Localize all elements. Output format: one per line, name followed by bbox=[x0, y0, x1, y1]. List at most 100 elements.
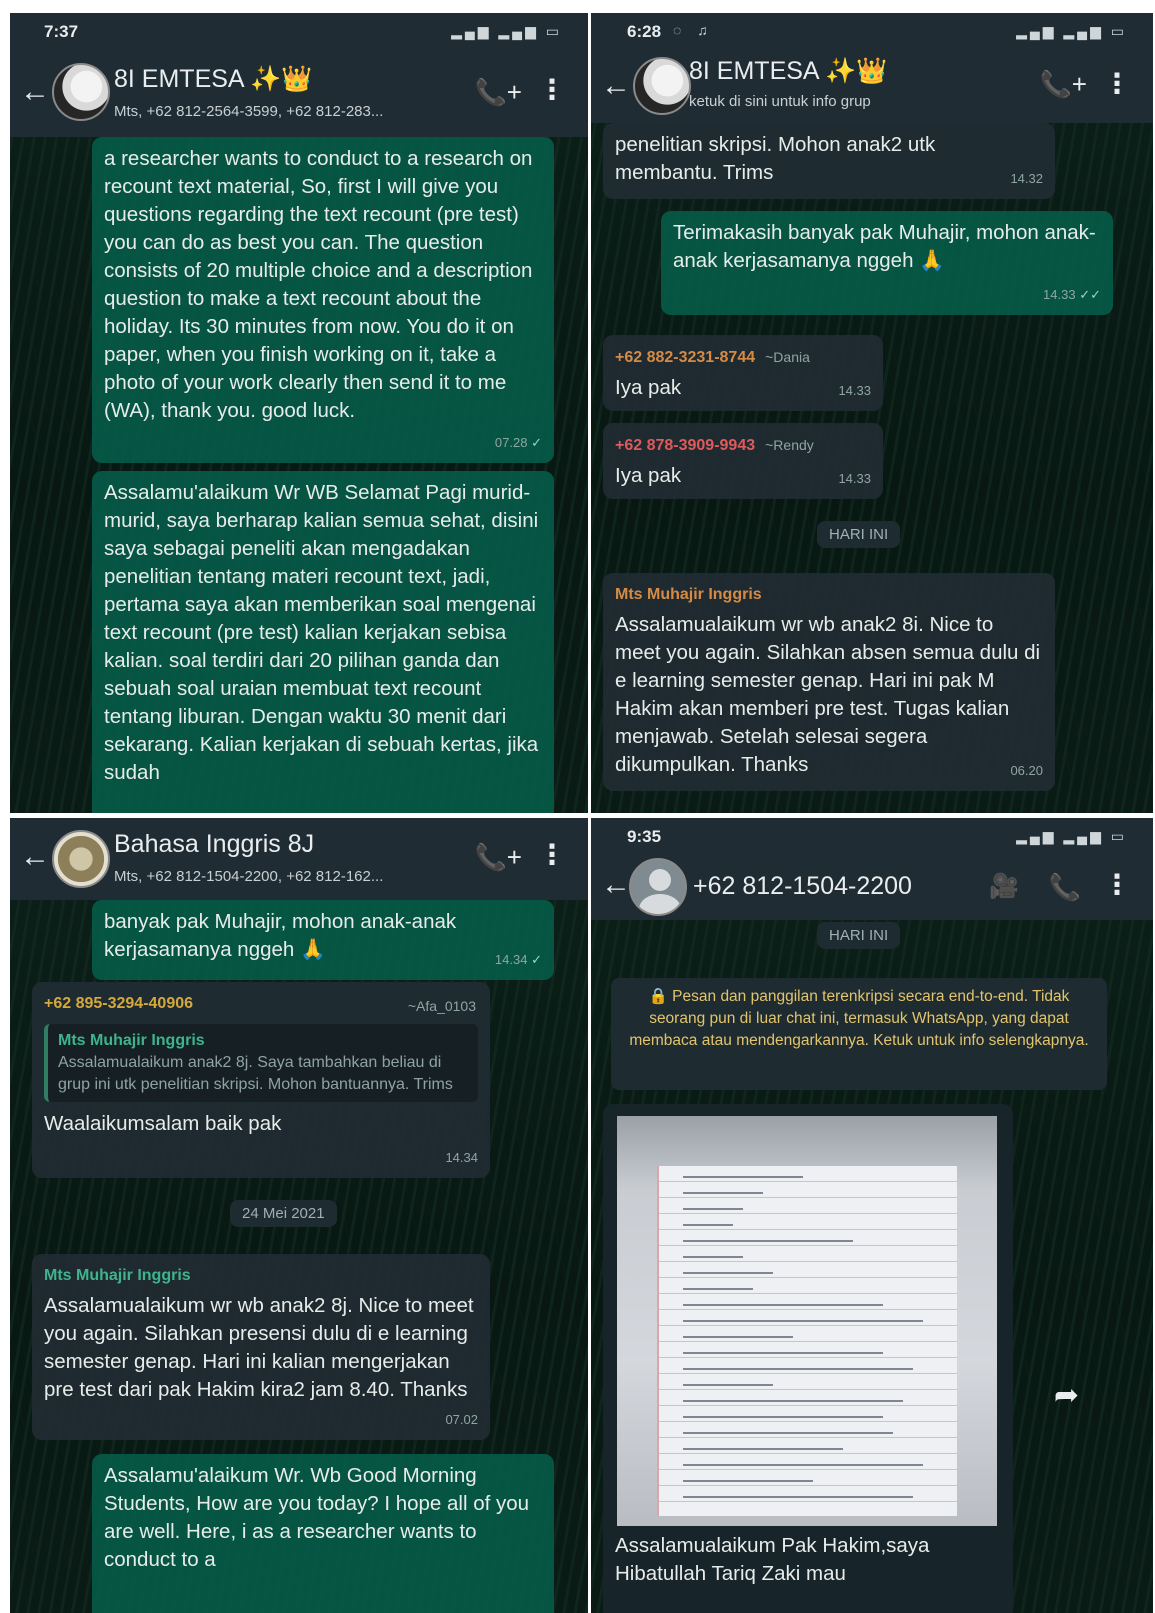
quoted-text: Assalamualaikum anak2 8j. Saya tambahkan… bbox=[58, 1054, 453, 1093]
status-time: 7:37 bbox=[44, 22, 79, 41]
message-text: Assalamu'alaikum Wr WB Selamat Pagi muri… bbox=[104, 481, 539, 784]
encryption-notice[interactable]: 🔒 Pesan dan panggilan terenkripsi secara… bbox=[611, 978, 1107, 1090]
sender-name[interactable]: Mts Muhajir Inggris bbox=[615, 581, 1043, 609]
message-incoming[interactable]: penelitian skripsi. Mohon anak2 utk memb… bbox=[603, 123, 1055, 199]
message-time: 07.28 bbox=[494, 435, 528, 450]
forward-icon[interactable]: ➦ bbox=[1054, 1378, 1079, 1413]
image-message[interactable]: Assalamualaikum Pak Hakim,saya Hibatulla… bbox=[603, 1104, 1013, 1613]
more-options-icon[interactable]: ⋮ bbox=[538, 73, 566, 106]
message-incoming[interactable]: +62 882-3231-8744 ~Dania Iya pak 14.33 bbox=[603, 335, 883, 411]
back-arrow-icon[interactable]: ← bbox=[20, 840, 50, 874]
message-time: 14.33 bbox=[838, 471, 871, 486]
status-bar: 7:37 ▂▄▆ ▂▄▆ ▭ bbox=[10, 13, 588, 49]
sender-label[interactable]: +62 882-3231-8744 ~Dania bbox=[615, 343, 871, 372]
message-meta: 14.34 ✓ bbox=[495, 946, 542, 974]
add-call-icon[interactable]: 📞+ bbox=[1039, 69, 1087, 100]
sender-label[interactable]: +62 895-3294-40906 ~Afa_0103 bbox=[44, 990, 478, 1018]
group-title[interactable]: Bahasa Inggris 8J bbox=[114, 830, 314, 859]
message-incoming[interactable]: +62 878-3909-9943 ~Rendy Iya pak 14.33 bbox=[603, 423, 883, 499]
sender-number: +62 895-3294-40906 bbox=[44, 995, 194, 1012]
sender-label[interactable]: +62 878-3909-9943 ~Rendy bbox=[615, 431, 871, 460]
message-time: 07.02 bbox=[445, 1412, 478, 1427]
message-meta: 07.28 ✓ bbox=[495, 429, 542, 457]
back-arrow-icon[interactable]: ← bbox=[601, 69, 631, 103]
chat-header[interactable]: ← Bahasa Inggris 8J Mts, +62 812-1504-22… bbox=[10, 818, 588, 900]
message-incoming[interactable]: Mts Muhajir Inggris Assalamualaikum wr w… bbox=[32, 1254, 490, 1440]
more-options-icon[interactable]: ⋮ bbox=[1103, 868, 1131, 901]
message-time: 14.32 bbox=[1010, 171, 1043, 186]
back-arrow-icon[interactable]: ← bbox=[20, 75, 50, 109]
signal-battery-icon: ▂▄▆ ▂▄▆ ▭ bbox=[1016, 828, 1127, 844]
signal-battery-icon: ▂▄▆ ▂▄▆ ▭ bbox=[451, 23, 562, 39]
signal-battery-icon: ▂▄▆ ▂▄▆ ▭ bbox=[1016, 23, 1127, 39]
message-outgoing[interactable]: Assalamu'alaikum Wr. Wb Good Morning Stu… bbox=[92, 1454, 554, 1613]
message-time: 14.33 bbox=[1043, 287, 1076, 302]
group-title[interactable]: 8I EMTESA ✨👑 bbox=[114, 65, 312, 94]
message-text: Waalaikumsalam baik pak bbox=[44, 1112, 282, 1135]
message-outgoing[interactable]: banyak pak Muhajir, mohon anak-anak kerj… bbox=[92, 900, 554, 980]
notification-icons: ◌ ♫ bbox=[673, 22, 714, 38]
add-call-icon[interactable]: 📞+ bbox=[474, 842, 522, 873]
contact-avatar[interactable] bbox=[629, 858, 687, 916]
message-text: banyak pak Muhajir, mohon anak-anak kerj… bbox=[104, 910, 457, 961]
message-outgoing[interactable]: Assalamu'alaikum Wr WB Selamat Pagi muri… bbox=[92, 471, 554, 813]
date-chip: 24 Mei 2021 bbox=[230, 1200, 337, 1227]
status-bar: 6:28 ◌ ♫ ▂▄▆ ▂▄▆ ▭ bbox=[591, 13, 1153, 49]
contact-title[interactable]: +62 812-1504-2200 bbox=[693, 872, 912, 901]
notebook-photo bbox=[657, 1166, 957, 1516]
more-options-icon[interactable]: ⋮ bbox=[538, 838, 566, 871]
image-caption: Assalamualaikum Pak Hakim,saya Hibatulla… bbox=[615, 1534, 930, 1585]
sent-check-icon: ✓ bbox=[531, 435, 542, 450]
date-chip: HARI INI bbox=[817, 521, 901, 548]
group-info-hint[interactable]: ketuk di sini untuk info grup bbox=[689, 93, 871, 110]
sent-check-icon: ✓ bbox=[531, 952, 542, 967]
group-title[interactable]: 8I EMTESA ✨👑 bbox=[689, 57, 887, 86]
chat-panel-bahasa-inggris: ← Bahasa Inggris 8J Mts, +62 812-1504-22… bbox=[10, 818, 588, 1613]
message-time: 14.33 bbox=[838, 383, 871, 398]
photo-thumbnail[interactable] bbox=[617, 1116, 997, 1526]
sender-alias: ~Rendy bbox=[765, 437, 814, 453]
message-text: a researcher wants to conduct to a resea… bbox=[104, 147, 533, 422]
add-call-icon[interactable]: 📞+ bbox=[474, 77, 522, 108]
message-time: 14.34 bbox=[494, 952, 528, 967]
group-avatar[interactable] bbox=[633, 57, 691, 115]
group-avatar[interactable] bbox=[52, 830, 110, 888]
voice-call-icon[interactable]: 📞 bbox=[1049, 872, 1081, 903]
back-arrow-icon[interactable]: ← bbox=[601, 868, 631, 902]
message-text: Assalamu'alaikum Wr. Wb Good Morning Stu… bbox=[104, 1464, 530, 1571]
sender-number: +62 882-3231-8744 bbox=[615, 349, 756, 366]
quoted-sender: Mts Muhajir Inggris bbox=[58, 1032, 205, 1049]
message-time: 14.34 bbox=[445, 1150, 478, 1165]
quoted-message[interactable]: Mts Muhajir Inggris Assalamualaikum anak… bbox=[44, 1024, 478, 1102]
read-check-icon: ✓✓ bbox=[1079, 287, 1101, 302]
status-time: 6:28 bbox=[627, 22, 662, 41]
group-members[interactable]: Mts, +62 812-1504-2200, +62 812-162... bbox=[114, 868, 383, 885]
message-meta: 14.33 ✓✓ bbox=[1043, 281, 1101, 309]
sender-number: +62 878-3909-9943 bbox=[615, 437, 756, 454]
message-text: Iya pak bbox=[615, 464, 682, 487]
chat-panel-emtesa-2: 6:28 ◌ ♫ ▂▄▆ ▂▄▆ ▭ ← 8I EMTESA ✨👑 ketuk … bbox=[591, 13, 1153, 813]
message-incoming[interactable]: +62 895-3294-40906 ~Afa_0103 Mts Muhajir … bbox=[32, 982, 490, 1178]
message-text: penelitian skripsi. Mohon anak2 utk memb… bbox=[615, 133, 936, 184]
group-members[interactable]: Mts, +62 812-2564-3599, +62 812-283... bbox=[114, 103, 383, 120]
chat-header[interactable]: ← 8I EMTESA ✨👑 Mts, +62 812-2564-3599, +… bbox=[10, 49, 588, 137]
group-avatar[interactable] bbox=[52, 63, 110, 121]
video-call-icon[interactable]: 🎥 bbox=[989, 872, 1019, 901]
date-chip: HARI INI bbox=[817, 922, 901, 949]
message-outgoing[interactable]: a researcher wants to conduct to a resea… bbox=[92, 137, 554, 463]
chat-header[interactable]: ← 8I EMTESA ✨👑 ketuk di sini untuk info … bbox=[591, 49, 1153, 123]
message-incoming[interactable]: Mts Muhajir Inggris Assalamualaikum wr w… bbox=[603, 573, 1055, 791]
chat-panel-emtesa-1: 7:37 ▂▄▆ ▂▄▆ ▭ ← 8I EMTESA ✨👑 Mts, +62 8… bbox=[10, 13, 588, 813]
message-time: 06.20 bbox=[1010, 763, 1043, 778]
sender-alias: ~Dania bbox=[765, 349, 810, 365]
chat-header[interactable]: ← +62 812-1504-2200 🎥 📞 ⋮ bbox=[591, 854, 1153, 920]
message-text: Assalamualaikum wr wb anak2 8i. Nice to … bbox=[615, 613, 1041, 776]
status-bar: 9:35 ▂▄▆ ▂▄▆ ▭ bbox=[591, 818, 1153, 854]
message-text: Assalamualaikum wr wb anak2 8j. Nice to … bbox=[44, 1294, 474, 1401]
message-text: Iya pak bbox=[615, 376, 682, 399]
status-time: 9:35 bbox=[627, 827, 662, 846]
chat-panel-contact: 9:35 ▂▄▆ ▂▄▆ ▭ ← +62 812-1504-2200 🎥 📞 ⋮… bbox=[591, 818, 1153, 1613]
message-outgoing[interactable]: Terimakasih banyak pak Muhajir, mohon an… bbox=[661, 211, 1113, 315]
sender-name[interactable]: Mts Muhajir Inggris bbox=[44, 1262, 478, 1290]
more-options-icon[interactable]: ⋮ bbox=[1103, 67, 1131, 100]
